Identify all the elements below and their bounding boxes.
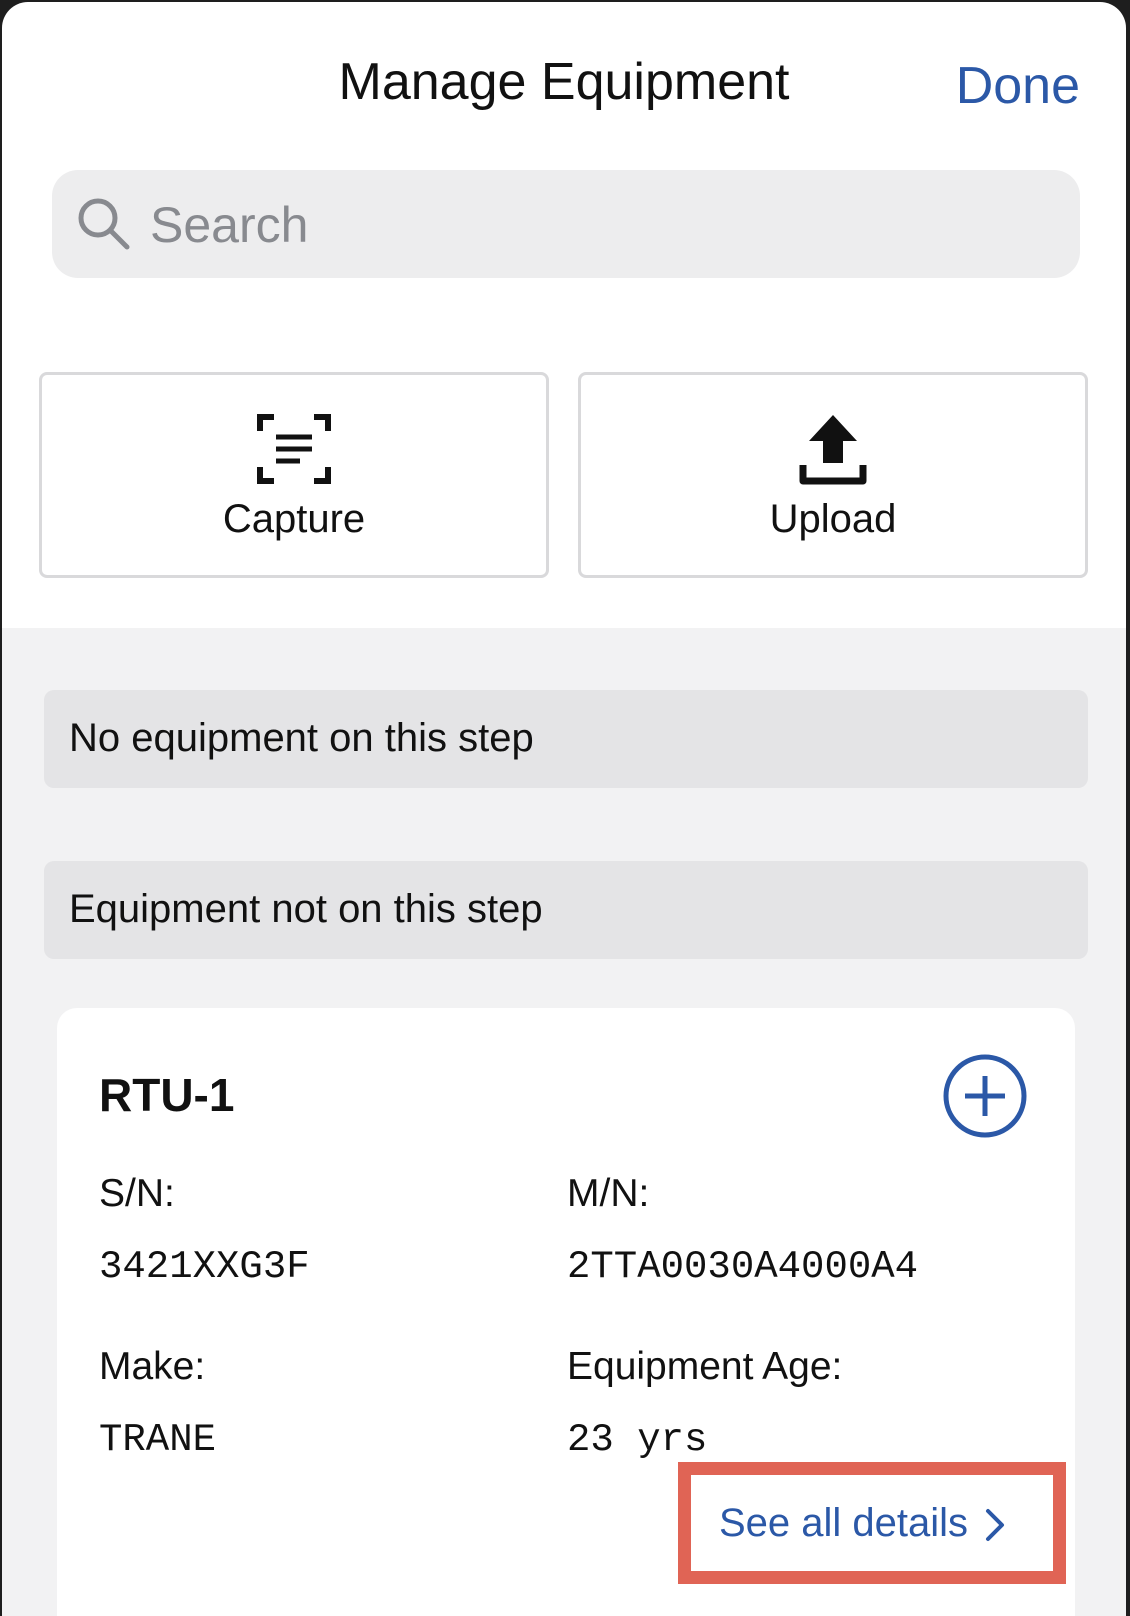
upload-icon [799, 415, 867, 485]
sn-value: 3421XXG3F [99, 1245, 310, 1289]
make-value: TRANE [99, 1418, 217, 1462]
search-input[interactable] [148, 186, 1052, 264]
upload-button[interactable]: Upload [578, 372, 1088, 578]
section-on-step: No equipment on this step [44, 690, 1088, 788]
age-label: Equipment Age: [567, 1345, 843, 1388]
section-on-step-label: No equipment on this step [69, 716, 534, 760]
see-all-details-link[interactable]: See all details [719, 1501, 1008, 1546]
mn-label: M/N: [567, 1172, 650, 1215]
add-circle-icon[interactable] [942, 1053, 1028, 1139]
section-not-on-step-label: Equipment not on this step [69, 887, 543, 931]
age-value: 23 yrs [567, 1418, 708, 1462]
search-icon [78, 198, 130, 250]
capture-label: Capture [222, 497, 366, 541]
sn-label: S/N: [99, 1172, 175, 1215]
see-all-details-highlight: See all details [678, 1462, 1066, 1584]
equipment-name: RTU-1 [99, 1069, 235, 1121]
mn-value: 2TTA0030A4000A4 [567, 1245, 919, 1289]
upload-label: Upload [769, 497, 897, 541]
header: Manage Equipment Done [2, 2, 1126, 152]
see-all-details-label: See all details [719, 1501, 969, 1545]
search-bar[interactable] [52, 170, 1080, 278]
manage-equipment-sheet: Manage Equipment Done Capture Upload [2, 2, 1126, 1616]
chevron-right-icon [986, 1509, 1005, 1542]
make-label: Make: [99, 1345, 206, 1388]
done-button[interactable]: Done [956, 56, 1080, 116]
section-not-on-step: Equipment not on this step [44, 861, 1088, 959]
scan-document-icon [257, 414, 331, 484]
capture-button[interactable]: Capture [39, 372, 549, 578]
